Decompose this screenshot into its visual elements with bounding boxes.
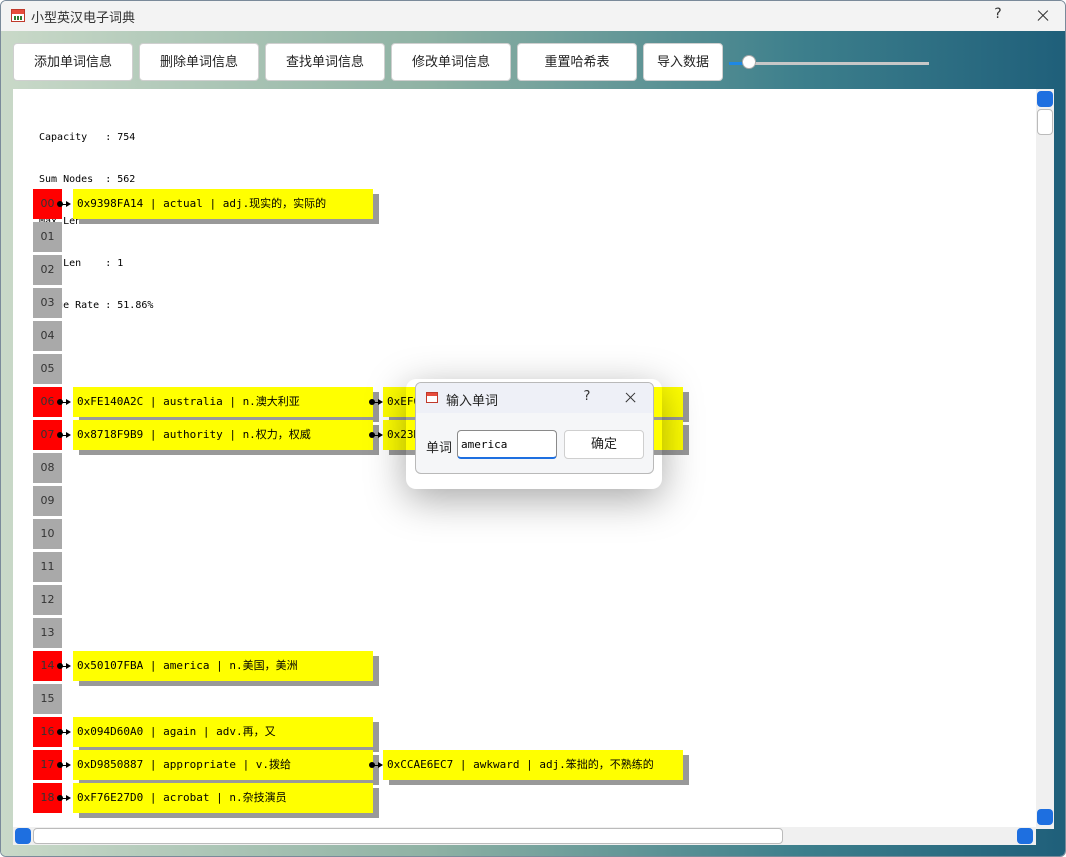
- bucket-index: 09: [33, 486, 62, 516]
- word-field-label: 单词: [426, 441, 453, 456]
- horizontal-scroll-thumb[interactable]: [33, 828, 783, 844]
- node-text: 0x094D60A0 | again | adv.再，又: [73, 717, 373, 747]
- delete-word-button[interactable]: 删除单词信息: [139, 43, 259, 81]
- dialog-help-button[interactable]: ?: [579, 389, 595, 404]
- close-icon[interactable]: [1031, 4, 1055, 28]
- bucket-index: 02: [33, 255, 62, 285]
- stat-capacity: Capacity : 754: [39, 132, 136, 143]
- modify-word-button[interactable]: 修改单词信息: [391, 43, 511, 81]
- bucket-index: 04: [33, 321, 62, 351]
- bucket-index: 10: [33, 519, 62, 549]
- scroll-right-icon[interactable]: [1017, 828, 1033, 844]
- dialog-title: 输入单词: [446, 394, 499, 409]
- input-word-dialog: 输入单词 ? 单词 确定: [415, 382, 654, 474]
- node-text: 0xF76E27D0 | acrobat | n.杂技演员: [73, 783, 373, 813]
- horizontal-scrollbar[interactable]: [13, 827, 1036, 845]
- add-word-button[interactable]: 添加单词信息: [13, 43, 133, 81]
- zoom-slider[interactable]: [729, 62, 929, 65]
- vertical-scrollbar[interactable]: [1036, 89, 1054, 829]
- help-button[interactable]: ?: [989, 6, 1007, 26]
- word-input[interactable]: [457, 430, 557, 459]
- dialog-app-icon: [426, 392, 438, 403]
- stat-sum-nodes: Sum Nodes : 562: [39, 174, 136, 185]
- bucket-index: 12: [33, 585, 62, 615]
- node-text: 0xCCAE6EC7 | awkward | adj.笨拙的，不熟练的: [383, 750, 683, 780]
- scroll-up-icon[interactable]: [1037, 91, 1053, 107]
- find-word-button[interactable]: 查找单词信息: [265, 43, 385, 81]
- node-text: 0xFE140A2C | australia | n.澳大利亚: [73, 387, 373, 417]
- vertical-scroll-thumb[interactable]: [1037, 109, 1053, 135]
- app-icon: [11, 9, 25, 22]
- slider-handle[interactable]: [742, 55, 756, 69]
- scroll-down-icon[interactable]: [1037, 809, 1053, 825]
- dialog-close-icon[interactable]: [622, 389, 640, 407]
- import-data-button[interactable]: 导入数据: [643, 43, 723, 81]
- app-window: 小型英汉电子词典 ? 添加单词信息 删除单词信息 查找单词信息 修改单词信息 重…: [0, 0, 1066, 857]
- ok-button[interactable]: 确定: [564, 430, 644, 459]
- node-text: 0x9398FA14 | actual | adj.现实的，实际的: [73, 189, 373, 219]
- title-bar: 小型英汉电子词典 ?: [1, 1, 1065, 31]
- node-text: 0x8718F9B9 | authority | n.权力，权威: [73, 420, 373, 450]
- reset-hash-button[interactable]: 重置哈希表: [517, 43, 637, 81]
- scroll-left-icon[interactable]: [15, 828, 31, 844]
- bucket-index: 13: [33, 618, 62, 648]
- bucket-index: 05: [33, 354, 62, 384]
- bucket-index: 08: [33, 453, 62, 483]
- bucket-index: 03: [33, 288, 62, 318]
- bucket-index: 15: [33, 684, 62, 714]
- dialog-title-bar: 输入单词 ?: [416, 383, 653, 413]
- bucket-index: 11: [33, 552, 62, 582]
- bucket-index: 01: [33, 222, 62, 252]
- node-text: 0x50107FBA | america | n.美国，美洲: [73, 651, 373, 681]
- node-text: 0xD9850887 | appropriate | v.拨给: [73, 750, 373, 780]
- window-title: 小型英汉电子词典: [31, 11, 136, 26]
